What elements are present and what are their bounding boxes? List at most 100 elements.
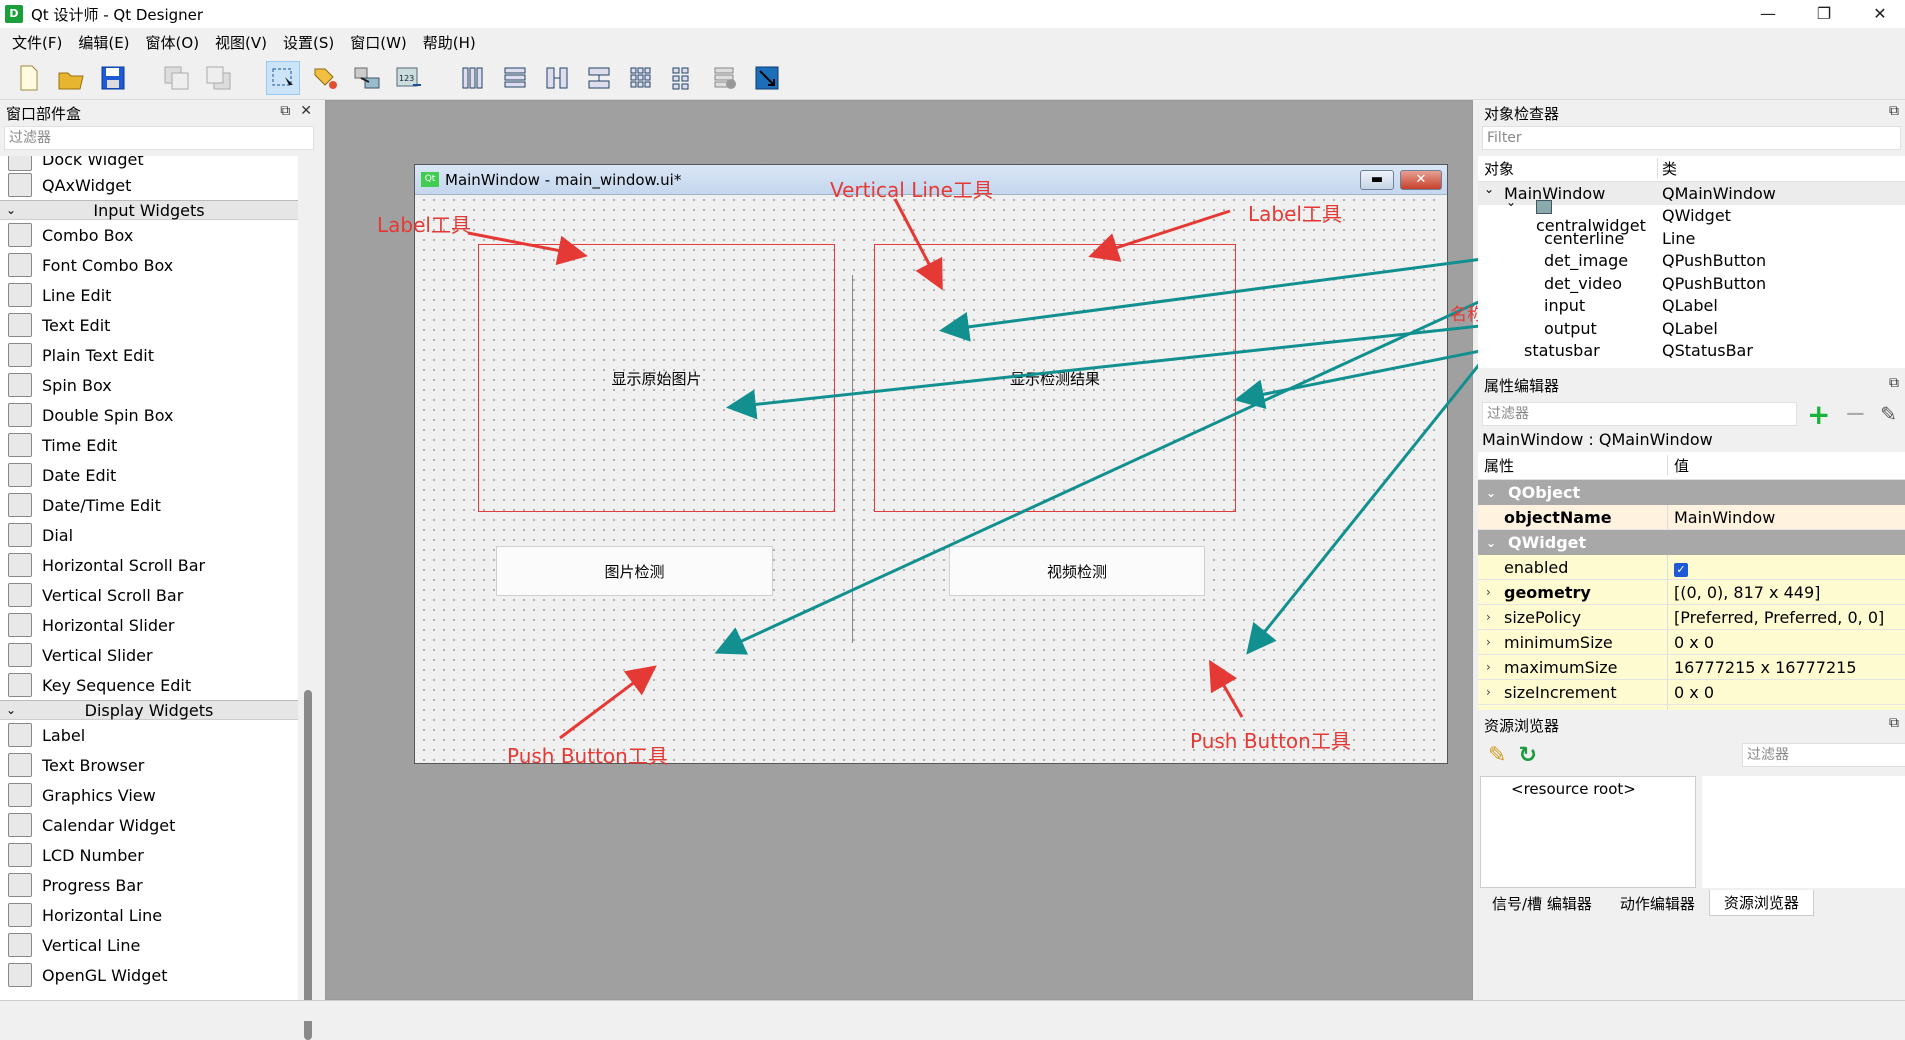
object-row-centerline[interactable]: centerline Line: [1478, 227, 1905, 250]
widget-item-label[interactable]: Label: [0, 720, 298, 750]
centerline[interactable]: [852, 275, 853, 643]
enabled-checkbox[interactable]: ✓: [1674, 562, 1688, 577]
form-window[interactable]: Qt MainWindow - main_window.ui* ▬ ✕ 显示原始…: [414, 164, 1448, 764]
property-row-sizepolicy[interactable]: › sizePolicy [Preferred, Preferred, 0, 0]: [1478, 605, 1905, 630]
widget-item-font-combo-box[interactable]: Font Combo Box: [0, 250, 298, 280]
break-layout-icon[interactable]: [708, 61, 742, 95]
close-button[interactable]: ✕: [1857, 0, 1903, 28]
det-video-button[interactable]: 视频检测: [949, 546, 1205, 596]
layout-vertical-icon[interactable]: [498, 61, 532, 95]
menu-view[interactable]: 视图(V): [207, 32, 275, 53]
form-close-button[interactable]: ✕: [1400, 170, 1442, 190]
widget-item-qaxwidget[interactable]: QAxWidget: [0, 170, 298, 200]
property-row-enabled[interactable]: enabled ✓: [1478, 555, 1905, 580]
tab-action-editor[interactable]: 动作编辑器: [1606, 890, 1709, 916]
float-icon[interactable]: ⧉: [1889, 375, 1899, 391]
object-row-centralwidget[interactable]: ⌄ centralwidget QWidget: [1478, 195, 1905, 235]
widget-item-graphics-view[interactable]: Graphics View: [0, 780, 298, 810]
resource-filter-input[interactable]: 过滤器: [1742, 743, 1905, 767]
widget-item-key-sequence-edit[interactable]: Key Sequence Edit: [0, 670, 298, 700]
layout-vertical-splitter-icon[interactable]: [582, 61, 616, 95]
menu-edit[interactable]: 编辑(E): [70, 32, 137, 53]
float-icon[interactable]: ⧉: [1889, 715, 1899, 731]
expand-arrow-icon[interactable]: ›: [1486, 610, 1491, 624]
menu-help[interactable]: 帮助(H): [415, 32, 484, 53]
remove-property-icon[interactable]: −: [1844, 399, 1866, 429]
reload-icon[interactable]: ↻: [1518, 743, 1536, 768]
expand-arrow-icon[interactable]: ⌄: [1506, 195, 1516, 209]
property-row-sizeincrement[interactable]: › sizeIncrement 0 x 0: [1478, 680, 1905, 705]
menu-file[interactable]: 文件(F): [4, 32, 70, 53]
widget-item-double-spin-box[interactable]: Double Spin Box: [0, 400, 298, 430]
det-image-button[interactable]: 图片检测: [496, 546, 773, 596]
widget-item-dock-widget[interactable]: Dock Widget: [0, 156, 298, 171]
tab-signal-slot-editor[interactable]: 信号/槽 编辑器: [1478, 890, 1606, 916]
resource-root-item[interactable]: <resource root>: [1511, 780, 1636, 798]
float-icon[interactable]: ⧉: [280, 103, 290, 119]
edit-tab-order-icon[interactable]: 123: [392, 61, 426, 95]
widget-item-date-time-edit[interactable]: Date/Time Edit: [0, 490, 298, 520]
widget-item-horizontal-slider[interactable]: Horizontal Slider: [0, 610, 298, 640]
menu-settings[interactable]: 设置(S): [275, 32, 342, 53]
widget-item-vertical-slider[interactable]: Vertical Slider: [0, 640, 298, 670]
widget-item-line-edit[interactable]: Line Edit: [0, 280, 298, 310]
maximize-button[interactable]: ❐: [1801, 0, 1847, 28]
widget-item-dial[interactable]: Dial: [0, 520, 298, 550]
form-minimize-button[interactable]: ▬: [1360, 170, 1394, 190]
object-row-det_video[interactable]: det_video QPushButton: [1478, 272, 1905, 295]
widget-item-lcd-number[interactable]: LCD Number: [0, 840, 298, 870]
widget-box-scrollbar-thumb[interactable]: [304, 690, 312, 1040]
expand-arrow-icon[interactable]: ⌄: [1484, 182, 1494, 196]
close-icon[interactable]: ✕: [300, 103, 312, 119]
layout-horizontal-icon[interactable]: [456, 61, 490, 95]
expand-arrow-icon[interactable]: ›: [1486, 635, 1491, 649]
widget-item-date-edit[interactable]: Date Edit: [0, 460, 298, 490]
category-display-widgets[interactable]: ⌄ Display Widgets: [0, 700, 298, 720]
object-row-det_image[interactable]: det_image QPushButton: [1478, 250, 1905, 273]
widget-item-horizontal-scroll-bar[interactable]: Horizontal Scroll Bar: [0, 550, 298, 580]
object-row-statusbar[interactable]: statusbar QStatusBar: [1478, 340, 1905, 363]
resource-list[interactable]: [1702, 776, 1905, 888]
widget-box-filter-input[interactable]: 过滤器: [4, 126, 314, 150]
edit-widgets-icon[interactable]: [266, 60, 300, 95]
property-row-minimumsize[interactable]: › minimumSize 0 x 0: [1478, 630, 1905, 655]
minimize-button[interactable]: —: [1745, 0, 1791, 28]
menu-form[interactable]: 窗体(O): [138, 32, 208, 53]
widget-item-combo-box[interactable]: Combo Box: [0, 220, 298, 250]
float-icon[interactable]: ⧉: [1889, 103, 1899, 119]
send-to-back-icon[interactable]: [160, 61, 194, 95]
object-row-output[interactable]: output QLabel: [1478, 317, 1905, 340]
new-file-icon[interactable]: [12, 61, 46, 95]
widget-item-plain-text-edit[interactable]: Plain Text Edit: [0, 340, 298, 370]
widget-item-progress-bar[interactable]: Progress Bar: [0, 870, 298, 900]
category-input-widgets[interactable]: ⌄ Input Widgets: [0, 200, 298, 220]
expand-arrow-icon[interactable]: ›: [1486, 660, 1491, 674]
object-inspector-filter-input[interactable]: Filter: [1482, 126, 1901, 150]
expand-arrow-icon[interactable]: ›: [1486, 685, 1491, 699]
widget-item-spin-box[interactable]: Spin Box: [0, 370, 298, 400]
adjust-size-icon[interactable]: [750, 61, 784, 95]
widget-item-time-edit[interactable]: Time Edit: [0, 430, 298, 460]
save-icon[interactable]: [96, 61, 130, 95]
bring-to-front-icon[interactable]: [202, 61, 236, 95]
widget-item-horizontal-line[interactable]: Horizontal Line: [0, 900, 298, 930]
property-row-objectname[interactable]: objectName MainWindow: [1478, 505, 1905, 530]
layout-horizontal-splitter-icon[interactable]: [540, 61, 574, 95]
property-row-geometry[interactable]: › geometry [(0, 0), 817 x 449]: [1478, 580, 1905, 605]
widget-item-calendar-widget[interactable]: Calendar Widget: [0, 810, 298, 840]
widget-item-text-edit[interactable]: Text Edit: [0, 310, 298, 340]
output-label[interactable]: 显示检测结果: [874, 244, 1236, 512]
edit-signals-slots-icon[interactable]: [308, 61, 342, 95]
edit-buddies-icon[interactable]: [350, 61, 384, 95]
property-filter-input[interactable]: 过滤器: [1482, 402, 1797, 426]
menu-window[interactable]: 窗口(W): [342, 32, 415, 53]
tab-resource-browser[interactable]: 资源浏览器: [1708, 890, 1814, 916]
layout-grid-icon[interactable]: [624, 61, 658, 95]
edit-resources-icon[interactable]: ✎: [1488, 743, 1506, 768]
resource-tree[interactable]: <resource root>: [1480, 776, 1696, 888]
group-qwidget[interactable]: ⌄ QWidget: [1478, 530, 1905, 555]
object-row-input[interactable]: input QLabel: [1478, 295, 1905, 318]
open-folder-icon[interactable]: [54, 61, 88, 95]
configure-icon[interactable]: ✎: [1880, 402, 1897, 426]
group-qobject[interactable]: ⌄ QObject: [1478, 480, 1905, 505]
